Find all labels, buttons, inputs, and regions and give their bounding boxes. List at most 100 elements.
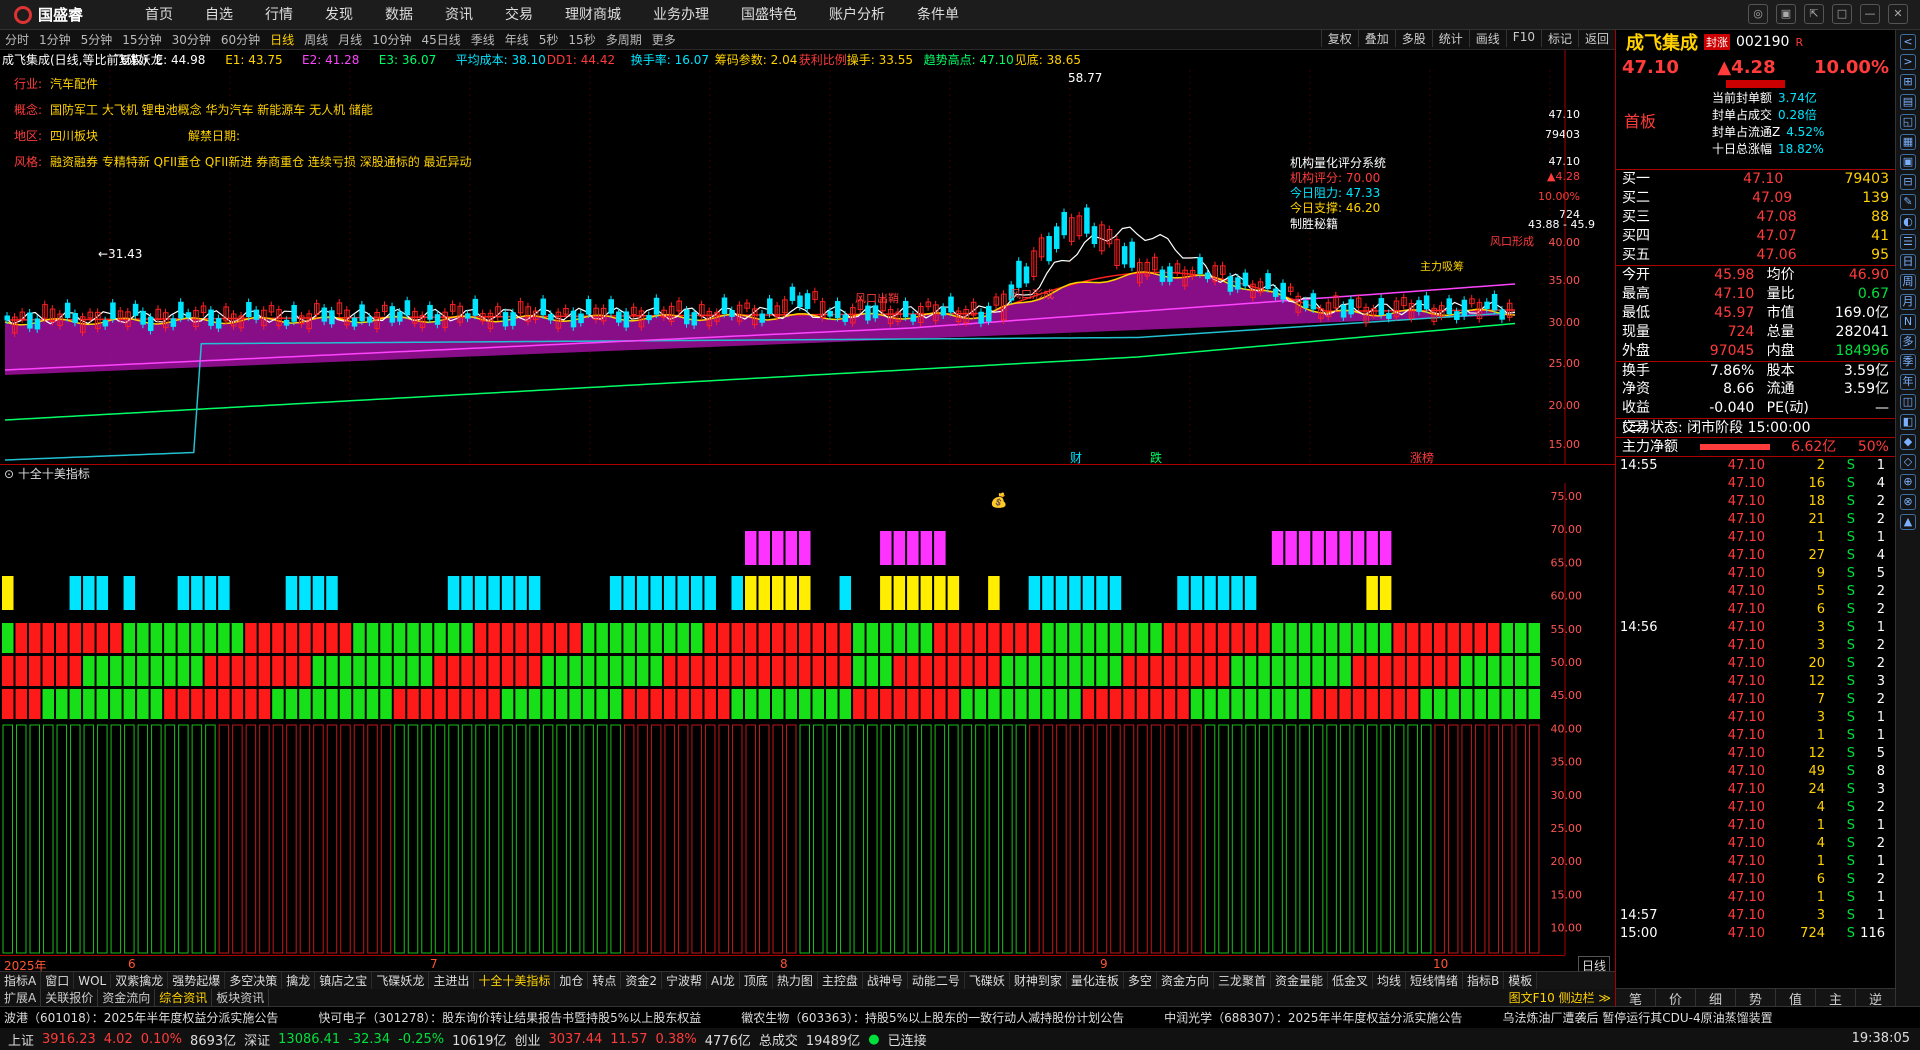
indicator-tab-10[interactable]: 十全十美指标: [474, 972, 556, 989]
book-row[interactable]: 买四 47.07 41: [1616, 227, 1895, 246]
sidebar-icon-5[interactable]: ▦: [1900, 134, 1916, 150]
timeframe-9[interactable]: 10分钟: [367, 31, 416, 48]
timeframe-1[interactable]: 1分钟: [34, 31, 76, 48]
indicator-tab-31[interactable]: 指标B: [1463, 972, 1505, 989]
timeframe-15[interactable]: 多周期: [601, 31, 647, 48]
book-row[interactable]: 买二 47.09 139: [1616, 189, 1895, 208]
sidebar-icon-0[interactable]: <: [1900, 34, 1916, 50]
tool-7[interactable]: 返回: [1577, 30, 1615, 47]
sidebar-icon-9[interactable]: ◐: [1900, 214, 1916, 230]
book-row[interactable]: 买三 47.08 88: [1616, 208, 1895, 227]
timeframe-11[interactable]: 季线: [466, 31, 500, 48]
sidebar-icon-21[interactable]: ◇: [1900, 454, 1916, 470]
indicator-tab-12[interactable]: 转点: [588, 972, 622, 989]
timeframe-10[interactable]: 45日线: [416, 31, 465, 48]
sidebar-icon-3[interactable]: ▤: [1900, 94, 1916, 110]
timeframe-14[interactable]: 15秒: [563, 31, 600, 48]
indicator-tab-15[interactable]: AI龙: [707, 972, 740, 989]
sidebar-icon-2[interactable]: ⊞: [1900, 74, 1916, 90]
timeframe-0[interactable]: 分时: [0, 31, 34, 48]
window-control-icon-4[interactable]: —: [1860, 4, 1880, 24]
sidebar-icon-14[interactable]: N: [1900, 314, 1916, 330]
indicator-tab-20[interactable]: 动能二号: [908, 972, 965, 989]
tool-2[interactable]: 多股: [1394, 30, 1432, 47]
tick-tab-2[interactable]: 细: [1696, 989, 1736, 1008]
sidebar-icon-19[interactable]: ◧: [1900, 414, 1916, 430]
collapse-icon[interactable]: ⊙: [4, 467, 18, 481]
indicator-tab-26[interactable]: 三龙聚首: [1214, 972, 1271, 989]
indicator-tab-5[interactable]: 多空决策: [225, 972, 283, 989]
indicator-tab-3[interactable]: 双紫擒龙: [111, 972, 169, 989]
ext-tab-0[interactable]: 扩展A: [0, 989, 42, 1006]
indicator-tab-30[interactable]: 短线情绪: [1406, 972, 1464, 989]
menu-item-8[interactable]: 业务办理: [637, 0, 725, 30]
kline-chart[interactable]: 成飞集成(日线,等比前复权) 飞碟妖龙 E: 44.98 E1: 43.75 E2: 4…: [0, 50, 1615, 465]
indicator-tab-14[interactable]: 宁波帮: [662, 972, 708, 989]
menu-item-2[interactable]: 行情: [249, 0, 309, 30]
tool-3[interactable]: 统计: [1431, 30, 1469, 47]
sidebar-icon-20[interactable]: ◆: [1900, 434, 1916, 450]
indicator-tab-6[interactable]: 擒龙: [282, 972, 316, 989]
tick-tab-3[interactable]: 势: [1736, 989, 1776, 1008]
timeframe-2[interactable]: 5分钟: [76, 31, 118, 48]
news-item-1[interactable]: 快可电子（301278）：股东询价转让结果报告书暨持股5%以上股东权益: [318, 1009, 701, 1026]
tick-tab-6[interactable]: 逆: [1856, 989, 1896, 1008]
menu-item-0[interactable]: 首页: [129, 0, 189, 30]
tool-6[interactable]: 标记: [1540, 30, 1578, 47]
menu-item-7[interactable]: 理财商城: [549, 0, 637, 30]
sh-index[interactable]: 3916.23: [42, 1032, 96, 1047]
indicator-tab-1[interactable]: 窗口: [41, 972, 75, 989]
timeframe-13[interactable]: 5秒: [534, 31, 564, 48]
timeframe-3[interactable]: 15分钟: [117, 31, 166, 48]
menu-item-10[interactable]: 账户分析: [813, 0, 901, 30]
indicator-tab-23[interactable]: 量化连板: [1067, 972, 1124, 989]
timeframe-16[interactable]: 更多: [647, 31, 681, 48]
tool-0[interactable]: 复权: [1320, 30, 1358, 47]
sidebar-icon-23[interactable]: ⊗: [1900, 494, 1916, 510]
book-row[interactable]: 买五 47.06 95: [1616, 246, 1895, 265]
menu-item-5[interactable]: 资讯: [429, 0, 489, 30]
indicator-tab-27[interactable]: 资金量能: [1271, 972, 1328, 989]
window-control-icon-3[interactable]: □: [1832, 4, 1852, 24]
tick-tab-0[interactable]: 笔: [1616, 989, 1656, 1008]
menu-item-6[interactable]: 交易: [489, 0, 549, 30]
sub-indicator-header[interactable]: ⊙ 十全十美指标: [0, 465, 1615, 483]
indicator-tab-7[interactable]: 镇店之宝: [315, 972, 373, 989]
window-control-icon-5[interactable]: ✕: [1888, 4, 1908, 24]
sidebar-icon-15[interactable]: 多: [1900, 334, 1916, 350]
sidebar-icon-7[interactable]: ⊟: [1900, 174, 1916, 190]
sidebar-icon-12[interactable]: 周: [1900, 274, 1916, 290]
ext-tab-3[interactable]: 综合资讯: [155, 989, 213, 1006]
indicator-tab-9[interactable]: 主进出: [429, 972, 475, 989]
sidebar-icon-1[interactable]: >: [1900, 54, 1916, 70]
indicator-tab-16[interactable]: 顶底: [740, 972, 773, 989]
sidebar-toggle[interactable]: 图文F10 侧边栏 ≫: [1505, 989, 1615, 1006]
sidebar-icon-17[interactable]: 年: [1900, 374, 1916, 390]
news-item-2[interactable]: 徽农生物（603363）：持股5%以上股东的一致行动人减持股份计划公告: [741, 1009, 1124, 1026]
sidebar-icon-10[interactable]: ☰: [1900, 234, 1916, 250]
sidebar-icon-16[interactable]: 季: [1900, 354, 1916, 370]
tool-1[interactable]: 叠加: [1357, 30, 1395, 47]
indicator-tab-22[interactable]: 财神到家: [1010, 972, 1067, 989]
ext-tab-4[interactable]: 板块资讯: [212, 989, 270, 1006]
indicator-tab-11[interactable]: 加仓: [555, 972, 589, 989]
timeframe-7[interactable]: 周线: [299, 31, 333, 48]
news-item-0[interactable]: 波港（601018）：2025年半年度权益分派实施公告: [4, 1009, 278, 1026]
timeframe-8[interactable]: 月线: [333, 31, 367, 48]
indicator-tab-4[interactable]: 强势起爆: [168, 972, 226, 989]
indicator-tab-13[interactable]: 资金2: [621, 972, 663, 989]
sidebar-icon-13[interactable]: 月: [1900, 294, 1916, 310]
menu-item-9[interactable]: 国盛特色: [725, 0, 813, 30]
tick-tab-4[interactable]: 值: [1776, 989, 1816, 1008]
indicator-tab-21[interactable]: 飞碟妖: [965, 972, 1010, 989]
indicator-tab-19[interactable]: 战神号: [863, 972, 908, 989]
window-control-icon-0[interactable]: ◎: [1748, 4, 1768, 24]
indicator-tab-0[interactable]: 指标A: [0, 972, 42, 989]
indicator-tab-29[interactable]: 均线: [1373, 972, 1407, 989]
sidebar-icon-8[interactable]: ✎: [1900, 194, 1916, 210]
sidebar-icon-24[interactable]: ▲: [1900, 514, 1916, 530]
menu-item-4[interactable]: 数据: [369, 0, 429, 30]
cy-index[interactable]: 3037.44: [548, 1032, 602, 1047]
sidebar-icon-18[interactable]: ◫: [1900, 394, 1916, 410]
sidebar-icon-4[interactable]: ◱: [1900, 114, 1916, 130]
